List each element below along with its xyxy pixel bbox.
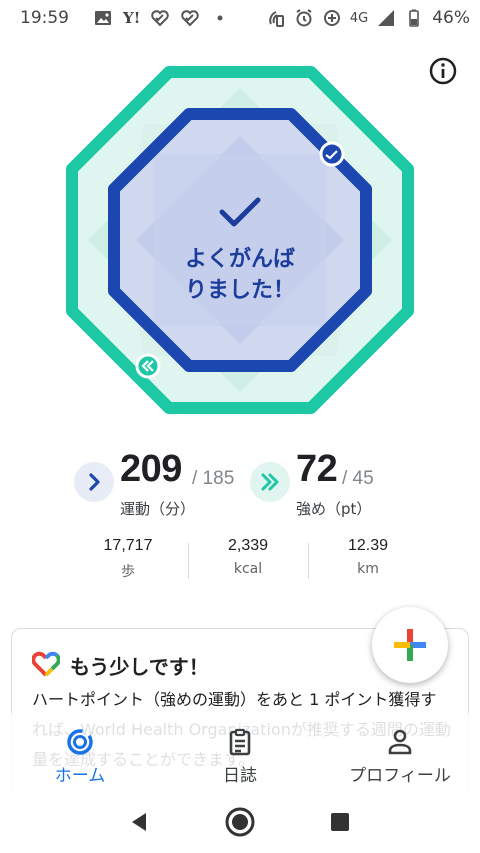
nav-tab-home[interactable]: ホーム — [0, 713, 160, 791]
chevron-right-icon — [74, 462, 114, 502]
status-bar: 19:59 Y! 4G 46% — [0, 0, 480, 36]
double-chevron-right-icon — [250, 462, 290, 502]
nav-label-profile: プロフィール — [349, 766, 451, 786]
steps-metric[interactable]: 17,717 歩 — [68, 537, 188, 583]
heart-points-goal: / 45 — [342, 468, 374, 489]
dot-icon — [210, 8, 230, 28]
bottom-navigation: ホーム 日誌 プロフィール — [0, 713, 480, 791]
google-fit-heart-icon — [31, 651, 61, 677]
move-minutes-stat[interactable]: 209 / 185 運動（分） — [74, 448, 254, 522]
nav-label-home: ホーム — [54, 766, 106, 786]
move-minutes-label: 運動（分） — [120, 500, 196, 518]
data-saver-icon — [322, 8, 342, 28]
calories-value: 2,339 — [227, 537, 269, 554]
back-icon — [132, 813, 146, 831]
recents-button[interactable] — [323, 805, 357, 839]
add-activity-button[interactable] — [372, 607, 448, 683]
distance-value: 12.39 — [347, 537, 389, 554]
gallery-icon — [93, 8, 113, 28]
system-navigation — [0, 791, 480, 853]
goal-ring[interactable] — [64, 64, 416, 416]
plus-icon — [394, 629, 426, 661]
profile-icon — [388, 729, 412, 755]
nav-tab-journal[interactable]: 日誌 — [160, 713, 320, 791]
battery-percent: 46% — [432, 8, 470, 28]
home-button[interactable] — [223, 805, 257, 839]
ring-message-line1: よくがんば — [184, 246, 295, 271]
heart-points-value: 72 — [296, 448, 338, 490]
distance-unit: km — [357, 561, 379, 577]
steps-value: 17,717 — [103, 537, 153, 554]
back-button[interactable] — [123, 805, 157, 839]
yahoo-icon: Y! — [123, 9, 141, 27]
home-ring-icon — [67, 729, 93, 755]
info-button[interactable] — [428, 56, 458, 86]
nav-label-journal: 日誌 — [223, 766, 257, 786]
distance-metric[interactable]: 12.39 km — [308, 537, 428, 583]
calories-metric[interactable]: 2,339 kcal — [188, 537, 308, 583]
daily-metrics: 17,717 歩 2,339 kcal 12.39 km — [68, 537, 428, 583]
check-icon — [218, 190, 262, 234]
ring-message-line2: りました！ — [184, 277, 295, 302]
nav-tab-profile[interactable]: プロフィール — [320, 713, 480, 791]
alarm-icon — [294, 8, 314, 28]
nfc-icon — [266, 8, 286, 28]
calories-unit: kcal — [233, 561, 263, 577]
info-icon — [429, 57, 457, 85]
home-icon — [225, 807, 255, 837]
journal-icon — [229, 728, 251, 756]
heart-points-stat[interactable]: 72 / 45 強め（pt） — [250, 448, 430, 522]
status-time: 19:59 — [20, 8, 69, 28]
heart-points-label: 強め（pt） — [296, 500, 372, 518]
heart-notify-icon — [150, 8, 170, 28]
battery-icon — [404, 8, 424, 28]
network-type: 4G — [349, 10, 369, 26]
recents-icon — [331, 813, 349, 831]
ring-message: よくがんば りました！ — [140, 243, 340, 305]
heart-notify-icon-2 — [180, 8, 200, 28]
move-minutes-goal: / 185 — [192, 468, 235, 489]
card-title: もう少しです！ — [70, 655, 209, 679]
signal-icon — [376, 8, 396, 28]
move-minutes-value: 209 — [120, 448, 182, 490]
steps-unit: 歩 — [121, 564, 135, 580]
